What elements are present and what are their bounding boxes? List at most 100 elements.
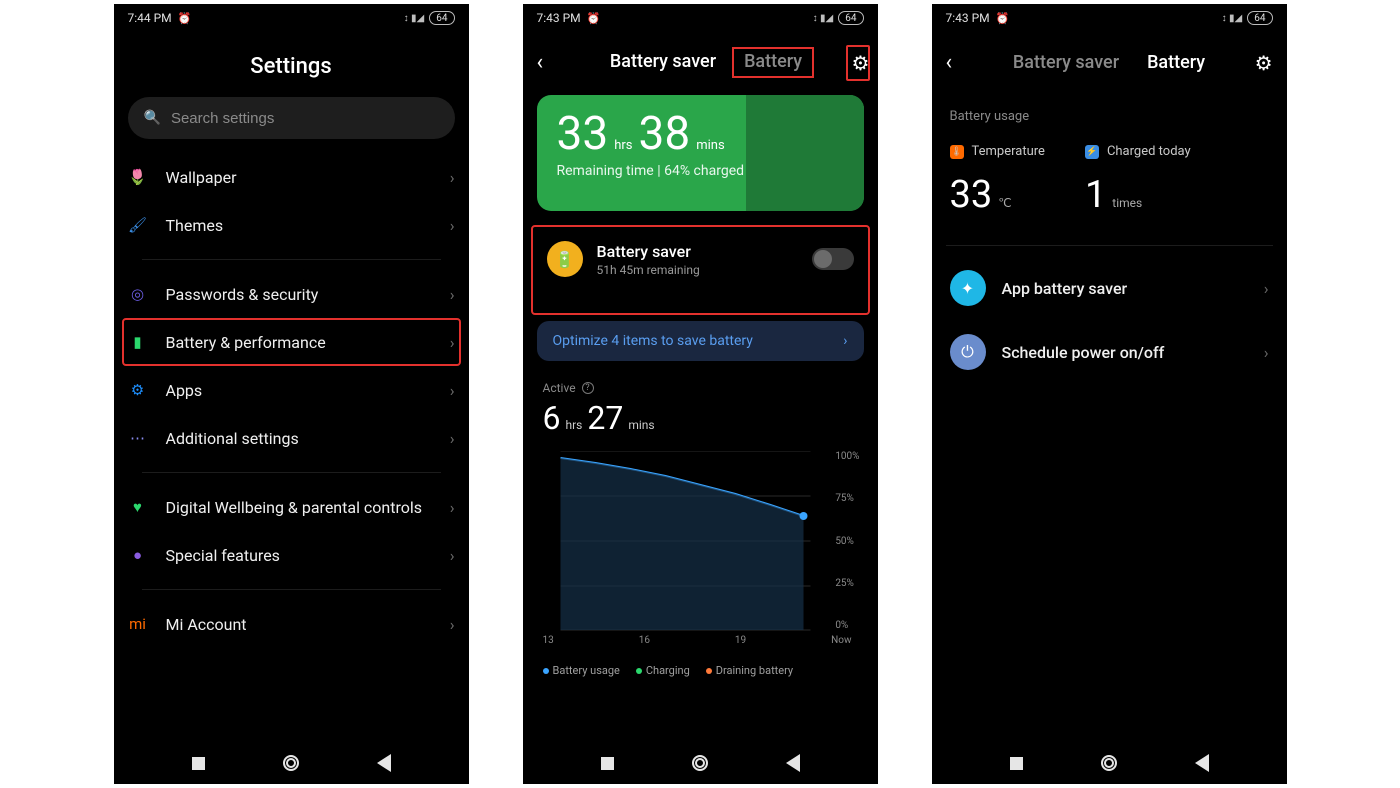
temperature-icon: 🌡 (950, 145, 964, 159)
active-section: Active ? 6 hrs 27 mins (523, 375, 878, 437)
stats-row: 🌡 Temperature 33 ℃ ⚡ Charged today 1 tim… (932, 136, 1287, 235)
chevron-right-icon: › (450, 285, 455, 304)
nav-recent[interactable] (1010, 757, 1023, 770)
settings-item-mi-account[interactable]: miMi Account› (128, 600, 455, 648)
chevron-right-icon: › (450, 546, 455, 565)
back-icon[interactable]: ‹ (946, 50, 970, 75)
option-icon: ⏻ (950, 334, 986, 370)
status-bar: 7:43 PM ⏰ ↕ ▮◢ 64 (523, 4, 878, 32)
item-icon: ⚙ (128, 380, 148, 400)
chevron-right-icon: › (450, 429, 455, 448)
nav-back[interactable] (786, 754, 800, 772)
battery-chart: 100%75%50%25%0% (543, 451, 858, 631)
remaining-hours: 33 (557, 111, 609, 157)
legend-item: Draining battery (706, 664, 793, 677)
nav-home[interactable] (283, 755, 299, 771)
item-label: Passwords & security (166, 285, 432, 304)
settings-item-apps[interactable]: ⚙ Apps › (128, 366, 455, 414)
chevron-right-icon: › (450, 615, 455, 634)
chevron-right-icon: › (450, 216, 455, 235)
chart-legend: Battery usageChargingDraining battery (543, 664, 858, 677)
status-bar: 7:43 PM ⏰ ↕ ▮◢ 64 (932, 4, 1287, 32)
item-icon: 🌷 (128, 167, 148, 187)
item-icon: 🖌 (128, 215, 148, 235)
info-icon[interactable]: ? (582, 382, 594, 394)
item-icon: ⋯ (128, 428, 148, 448)
search-bar[interactable]: 🔍 (128, 97, 455, 139)
chart-xlabel: 19 (735, 635, 746, 646)
chart-ylabel: 75% (835, 493, 859, 504)
option-app-battery-saver[interactable]: ✦App battery saver› (932, 256, 1287, 320)
settings-item-digital-wellbeing-parental-controls[interactable]: ♥ Digital Wellbeing & parental controls › (128, 483, 455, 531)
settings-item-wallpaper[interactable]: 🌷 Wallpaper › (128, 153, 455, 201)
active-label: Active (543, 381, 576, 395)
status-time: 7:43 PM (946, 11, 990, 25)
chart-xlabel: 13 (543, 635, 554, 646)
nav-bar (114, 742, 469, 784)
signal-icon: ↕ ▮◢ (404, 13, 425, 24)
chevron-right-icon: › (450, 381, 455, 400)
battery-options: ✦App battery saver›⏻Schedule power on/of… (932, 256, 1287, 384)
chevron-right-icon: › (1264, 279, 1269, 298)
page-title: Settings (114, 32, 469, 97)
status-time: 7:44 PM (128, 11, 172, 25)
item-label: Apps (166, 381, 432, 400)
legend-item: Charging (636, 664, 690, 677)
settings-list: 🌷Wallpaper›🖌Themes›◎Passwords & security… (114, 153, 469, 648)
search-icon: 🔍 (144, 110, 161, 126)
chart-ylabel: 100% (835, 451, 859, 462)
nav-back[interactable] (1195, 754, 1209, 772)
battery-saver-row[interactable]: 🔋 Battery saver 51h 45m remaining (539, 235, 862, 283)
status-bar: 7:44 PM ⏰ ↕ ▮◢ 64 (114, 4, 469, 32)
nav-bar (523, 742, 878, 784)
chart-xlabel: 16 (639, 635, 650, 646)
tab-battery[interactable]: Battery (732, 47, 814, 78)
chart-svg (543, 451, 858, 631)
chart-ylabel: 25% (835, 578, 859, 589)
settings-item-themes[interactable]: 🖌Themes› (128, 201, 455, 249)
nav-bar (932, 742, 1287, 784)
nav-recent[interactable] (601, 757, 614, 770)
chevron-right-icon: › (1264, 343, 1269, 362)
settings-item-additional-settings[interactable]: ⋯Additional settings› (128, 414, 455, 462)
back-icon[interactable]: ‹ (537, 50, 561, 75)
screen-settings: 7:44 PM ⏰ ↕ ▮◢ 64 Settings 🔍 🌷 Wallpaper ›… (114, 4, 469, 784)
temperature-value: 33 (950, 173, 993, 217)
nav-home[interactable] (692, 755, 708, 771)
item-label: Wallpaper (166, 168, 432, 187)
active-mins: 27 (587, 399, 623, 437)
battery-saver-toggle[interactable] (812, 248, 854, 270)
item-icon: ▮ (128, 332, 148, 352)
tab-battery[interactable]: Battery (1147, 52, 1205, 73)
screen-battery-saver: 7:43 PM ⏰ ↕ ▮◢ 64 ‹ Battery saver Batter… (523, 4, 878, 784)
item-icon: ● (128, 545, 148, 565)
tab-battery-saver[interactable]: Battery saver (1013, 52, 1119, 73)
battery-card[interactable]: 33 hrs 38 mins Remaining time | 64% char… (537, 95, 864, 211)
option-schedule-power-on-off[interactable]: ⏻Schedule power on/off› (932, 320, 1287, 384)
optimize-button[interactable]: Optimize 4 items to save battery › (537, 321, 864, 361)
alarm-icon: ⏰ (178, 12, 192, 25)
nav-recent[interactable] (192, 757, 205, 770)
header-row: ‹ Battery saver Battery ⚙ (523, 32, 878, 87)
gear-icon[interactable]: ⚙ (1249, 51, 1273, 75)
tab-battery-saver[interactable]: Battery saver (610, 51, 716, 74)
chevron-right-icon: › (450, 498, 455, 517)
chevron-right-icon: › (450, 168, 455, 187)
search-input[interactable] (171, 110, 439, 127)
item-icon: ◎ (128, 284, 148, 304)
item-label: Digital Wellbeing & parental controls (166, 498, 432, 517)
settings-item-battery-performance[interactable]: ▮Battery & performance› (122, 318, 461, 366)
nav-back[interactable] (377, 754, 391, 772)
screen-battery: 7:43 PM ⏰ ↕ ▮◢ 64 ‹ Battery saver Batter… (932, 4, 1287, 784)
remaining-mins: 38 (639, 111, 691, 157)
battery-pill: 64 (429, 11, 454, 25)
settings-item-special-features[interactable]: ●Special features› (128, 531, 455, 579)
gear-icon[interactable]: ⚙ (846, 45, 870, 81)
nav-home[interactable] (1101, 755, 1117, 771)
section-battery-usage: Battery usage (932, 87, 1287, 136)
battery-saver-sub: 51h 45m remaining (597, 263, 700, 277)
chart-ylabel: 0% (835, 620, 859, 631)
settings-item-passwords-security[interactable]: ◎ Passwords & security › (128, 270, 455, 318)
item-icon: ♥ (128, 497, 148, 517)
option-label: App battery saver (1002, 279, 1248, 298)
